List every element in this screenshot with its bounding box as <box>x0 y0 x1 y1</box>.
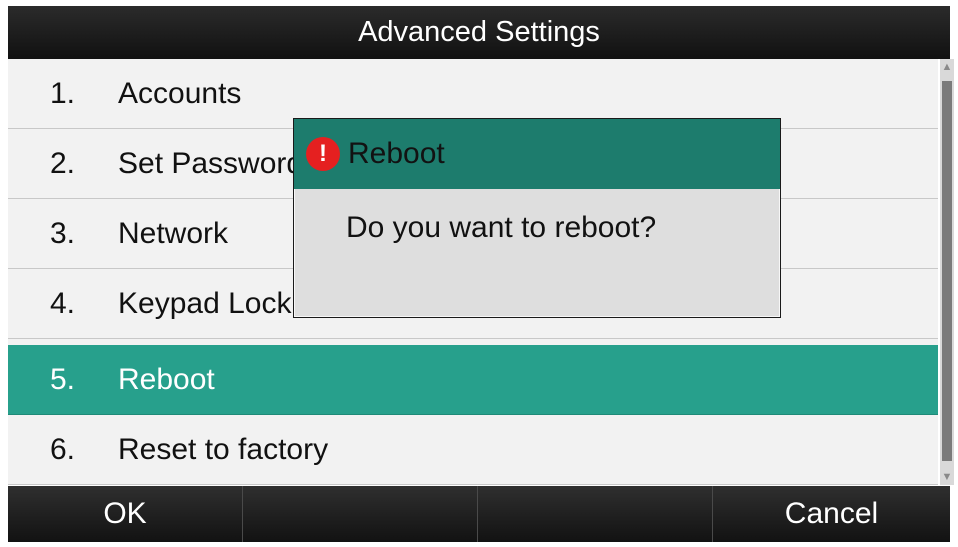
list-item-number: 3. <box>50 217 76 250</box>
list-item-reset-to-factory[interactable]: 6. Reset to factory <box>8 415 938 485</box>
dialog-title: Reboot <box>348 137 445 170</box>
warning-icon: ! <box>306 137 340 171</box>
list-item-number: 1. <box>50 77 76 110</box>
list-item-number: 5. <box>50 363 76 396</box>
list-item-label: Accounts <box>118 77 242 110</box>
scroll-thumb[interactable] <box>942 81 952 461</box>
softkey-bar: OK Cancel <box>8 486 950 542</box>
list-item-number: 6. <box>50 433 76 466</box>
dialog-header: ! Reboot <box>294 119 780 189</box>
ok-button[interactable]: OK <box>8 486 243 542</box>
reboot-dialog: ! Reboot Do you want to reboot? <box>293 118 781 318</box>
page-title: Advanced Settings <box>8 6 950 59</box>
list-item-number: 2. <box>50 147 76 180</box>
scrollbar[interactable]: ▲ ▼ <box>940 59 954 485</box>
list-item-reboot[interactable]: 5. Reboot <box>8 345 938 415</box>
cancel-button[interactable]: Cancel <box>713 486 950 542</box>
list-item-label: Keypad Lock <box>118 287 292 320</box>
softkey-2[interactable] <box>243 486 478 542</box>
list-item-label: Reset to factory <box>118 433 329 466</box>
phone-screen: Advanced Settings 1. Accounts 2. Set Pas… <box>0 0 958 547</box>
list-item-number: 4. <box>50 287 76 320</box>
list-item-label: Network <box>118 217 229 250</box>
softkey-3[interactable] <box>478 486 713 542</box>
dialog-message: Do you want to reboot? <box>346 211 657 244</box>
list-item-label: Set Password <box>118 147 304 180</box>
list-item-label: Reboot <box>118 363 215 396</box>
scroll-up-icon[interactable]: ▲ <box>941 59 953 75</box>
scroll-down-icon[interactable]: ▼ <box>941 469 953 485</box>
